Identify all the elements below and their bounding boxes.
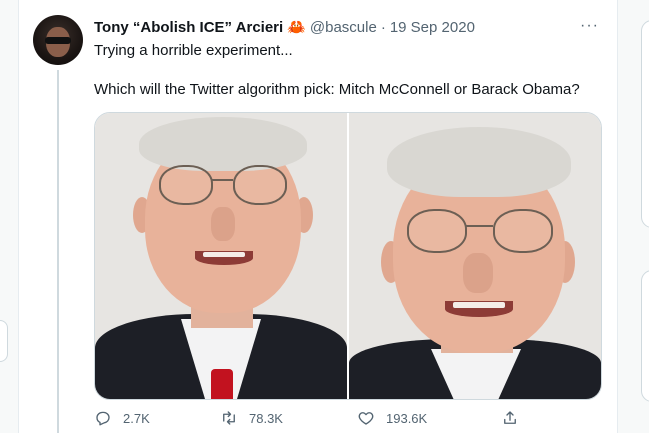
tweet-actions: 2.7K 78.3K 193.6K (94, 409, 600, 431)
crab-emoji-icon: 🦀 (287, 19, 306, 36)
photo-glasses-lens (233, 165, 287, 205)
left-gutter (0, 0, 18, 433)
photo-glasses-bridge (465, 225, 493, 227)
retweet-count: 78.3K (249, 410, 283, 426)
display-name[interactable]: Tony “Abolish ICE” Arcieri (94, 19, 283, 36)
left-panel-edge (0, 320, 8, 362)
photo-nose (211, 207, 235, 241)
photo-tie (211, 369, 233, 399)
like-icon (358, 412, 374, 425)
photo-teeth (453, 302, 505, 308)
photo-left[interactable] (95, 113, 347, 399)
avatar-sunglasses (45, 37, 71, 44)
photo-right[interactable] (349, 113, 601, 399)
right-sidebar (617, 0, 649, 433)
avatar[interactable] (33, 15, 83, 65)
retweet-icon (223, 411, 235, 425)
tweet-media[interactable] (94, 112, 602, 400)
more-options-icon[interactable]: ··· (580, 17, 599, 35)
photo-nose (463, 253, 493, 293)
like-count: 193.6K (386, 410, 428, 426)
photo-teeth (203, 252, 245, 257)
user-handle[interactable]: @bascule (310, 19, 377, 36)
reply-count: 2.7K (123, 410, 150, 426)
tweet-date[interactable]: 19 Sep 2020 (390, 19, 475, 36)
photo-glasses-lens (159, 165, 213, 205)
separator-dot: · (380, 18, 386, 36)
sidebar-card (641, 270, 649, 402)
reply-button[interactable]: 2.7K (94, 409, 150, 427)
thread-line (57, 70, 59, 433)
photo-hair (139, 117, 307, 171)
sidebar-card (641, 20, 649, 228)
retweet-button[interactable]: 78.3K (220, 409, 283, 427)
share-icon (504, 411, 516, 424)
tweet-text-line-2: Which will the Twitter algorithm pick: M… (94, 81, 580, 98)
reply-icon (96, 411, 110, 426)
photo-glasses-bridge (211, 179, 233, 181)
share-button[interactable] (501, 409, 519, 427)
tweet-text-line-1: Trying a horrible experiment... (94, 42, 293, 59)
tweet-header: Tony “Abolish ICE” Arcieri 🦀 @bascule · … (94, 17, 475, 37)
photo-hair (387, 127, 571, 197)
like-button[interactable]: 193.6K (357, 409, 427, 427)
photo-glasses-lens (407, 209, 467, 253)
photo-glasses-lens (493, 209, 553, 253)
